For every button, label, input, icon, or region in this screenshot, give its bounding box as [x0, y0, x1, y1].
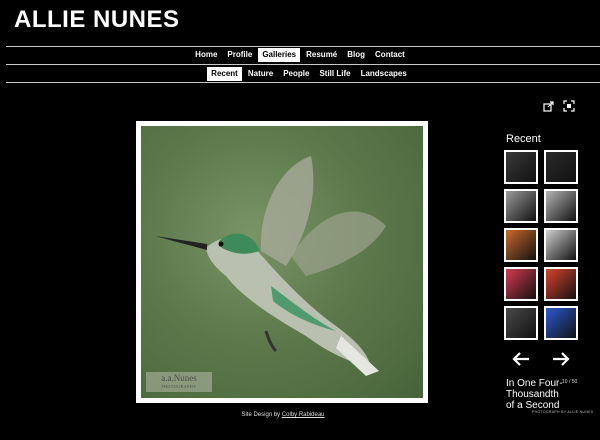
hummingbird-image — [155, 156, 386, 376]
main-nav: Home Profile Galleries Resumé Blog Conta… — [0, 48, 600, 62]
subnav-item-people[interactable]: People — [279, 67, 313, 81]
nav-divider-middle — [6, 64, 600, 65]
nav-item-home[interactable]: Home — [191, 48, 221, 62]
thumb-red-fabric[interactable] — [544, 267, 578, 301]
subnav-item-landscapes[interactable]: Landscapes — [357, 67, 411, 81]
subnav-item-still-life[interactable]: Still Life — [315, 67, 354, 81]
sidebar-title: Recent — [506, 133, 541, 145]
photo-counter: 10 / 50 — [562, 379, 578, 385]
nav-item-galleries[interactable]: Galleries — [258, 48, 301, 62]
gallery-subnav: Recent Nature People Still Life Landscap… — [0, 67, 600, 81]
footer-prefix: Site Design by — [241, 412, 281, 418]
thumb-dark-figure[interactable] — [544, 150, 578, 184]
nav-item-resume[interactable]: Resumé — [302, 48, 341, 62]
thumb-sand[interactable] — [504, 189, 538, 223]
thumb-blue-glass[interactable] — [544, 306, 578, 340]
thumb-sunset[interactable] — [504, 228, 538, 262]
site-title: ALLIE NUNES — [14, 6, 180, 33]
photo-caption: In One Four-Thousandth of a Second — [506, 378, 563, 411]
thumb-person-red[interactable] — [504, 267, 538, 301]
thumb-ice-pattern[interactable] — [544, 228, 578, 262]
nav-divider-bottom — [6, 82, 600, 83]
fullscreen-icon[interactable] — [563, 99, 575, 112]
thumbnail-grid — [504, 150, 580, 340]
site-footer: Site Design by Colby Rabideau — [0, 412, 566, 418]
photo-watermark: a.a.Nunes PHOTOGRAPHY — [146, 372, 212, 392]
main-photo[interactable]: a.a.Nunes PHOTOGRAPHY — [141, 126, 423, 398]
nav-item-blog[interactable]: Blog — [343, 48, 369, 62]
footer-designer-link[interactable]: Colby Rabideau — [282, 412, 325, 418]
thumb-snow-branches[interactable] — [544, 189, 578, 223]
subnav-item-recent[interactable]: Recent — [207, 67, 242, 81]
photo-toolbar — [543, 99, 575, 112]
nav-divider-top — [6, 46, 600, 47]
subnav-item-nature[interactable]: Nature — [244, 67, 277, 81]
thumb-dark-scene[interactable] — [504, 150, 538, 184]
thumb-horse-eye[interactable] — [504, 306, 538, 340]
previous-arrow-icon[interactable] — [512, 352, 530, 371]
next-arrow-icon[interactable] — [552, 352, 570, 371]
nav-item-profile[interactable]: Profile — [223, 48, 256, 62]
nav-item-contact[interactable]: Contact — [371, 48, 409, 62]
main-photo-frame: a.a.Nunes PHOTOGRAPHY — [136, 121, 428, 403]
share-icon[interactable] — [543, 99, 555, 112]
